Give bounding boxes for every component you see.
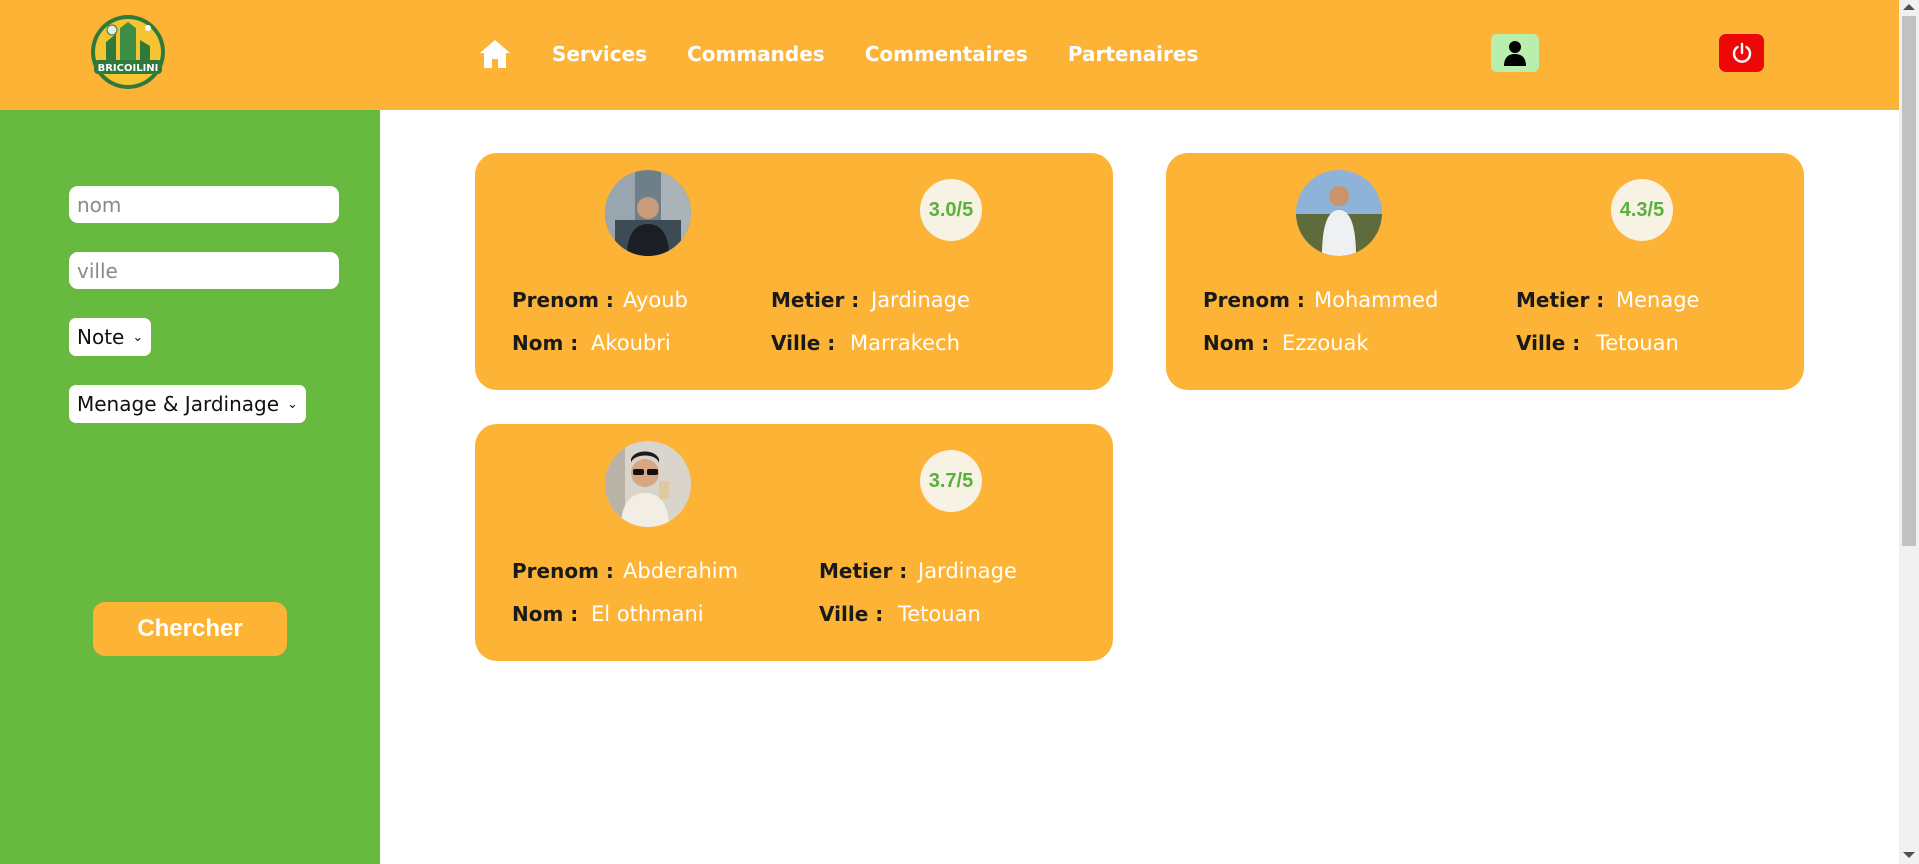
avatar [605,441,691,527]
profile-button[interactable] [1491,34,1539,72]
logo-text: BRICOILINI [98,63,159,74]
power-icon [1732,42,1751,63]
metier-value: Jardinage [918,559,1017,583]
ville-value: Marrakech [850,331,960,355]
top-header: BRICOILINI Services Commandes Commentair… [0,0,1899,110]
metier-label: Metier : [819,559,908,583]
prenom-value: Ayoub [623,288,688,312]
user-icon [1504,41,1526,66]
ville-label: Ville : [819,602,884,626]
scroll-up-arrow-icon[interactable] [1903,4,1915,10]
metier-label: Metier : [771,288,860,312]
filter-sidebar: Note ⌄ Menage & Jardinage ⌄ Chercher [0,110,380,864]
nom-label: Nom : [512,602,579,626]
nom-label: Nom : [1203,331,1270,355]
metier-value: Menage [1616,288,1700,312]
nom-input[interactable] [69,186,339,223]
chevron-down-icon: ⌄ [132,329,144,345]
rating-badge: 3.7/5 [920,450,982,512]
rating-badge: 3.0/5 [920,179,982,241]
prenom-label: Prenom : [512,288,614,312]
ville-label: Ville : [1516,331,1581,355]
note-select[interactable]: Note ⌄ [69,318,152,356]
nav-partenaires[interactable]: Partenaires [1068,34,1199,74]
nom-label: Nom : [512,331,579,355]
page-scrollbar[interactable] [1899,0,1919,864]
ville-value: Tetouan [1596,331,1679,355]
prenom-value: Abderahim [623,559,739,583]
prenom-label: Prenom : [512,559,614,583]
partner-card[interactable]: 4.3/5 Prenom : Mohammed Nom : Ezzouak Me… [1166,153,1804,390]
nav-commandes[interactable]: Commandes [687,34,825,74]
rating-badge: 4.3/5 [1611,179,1673,241]
partner-card[interactable]: 3.7/5 Prenom : Abderahim Nom : El othman… [475,424,1113,661]
category-select[interactable]: Menage & Jardinage ⌄ [69,385,306,423]
nav-commentaires[interactable]: Commentaires [865,34,1028,74]
metier-value: Jardinage [871,288,970,312]
ville-label: Ville : [771,331,836,355]
nav-services[interactable]: Services [552,34,647,74]
main-nav: Services Commandes Commentaires Partenai… [478,34,1198,74]
ville-value: Tetouan [898,602,981,626]
prenom-value: Mohammed [1314,288,1439,312]
avatar [605,170,691,256]
chevron-down-icon: ⌄ [287,396,298,412]
note-select-value: Note [77,325,125,349]
prenom-label: Prenom : [1203,288,1305,312]
home-icon[interactable] [478,37,512,71]
scroll-down-arrow-icon[interactable] [1903,852,1915,858]
bricoilini-logo[interactable]: BRICOILINI [86,12,170,92]
category-select-value: Menage & Jardinage [77,392,280,416]
partner-card[interactable]: 3.0/5 Prenom : Ayoub Nom : Akoubri Metie… [475,153,1113,390]
nom-value: Akoubri [591,331,671,355]
metier-label: Metier : [1516,288,1605,312]
logout-button[interactable] [1719,34,1764,72]
search-button[interactable]: Chercher [93,602,287,656]
avatar [1296,170,1382,256]
ville-input[interactable] [69,252,339,289]
scroll-thumb[interactable] [1902,16,1916,546]
nom-value: Ezzouak [1282,331,1369,355]
nom-value: El othmani [591,602,704,626]
